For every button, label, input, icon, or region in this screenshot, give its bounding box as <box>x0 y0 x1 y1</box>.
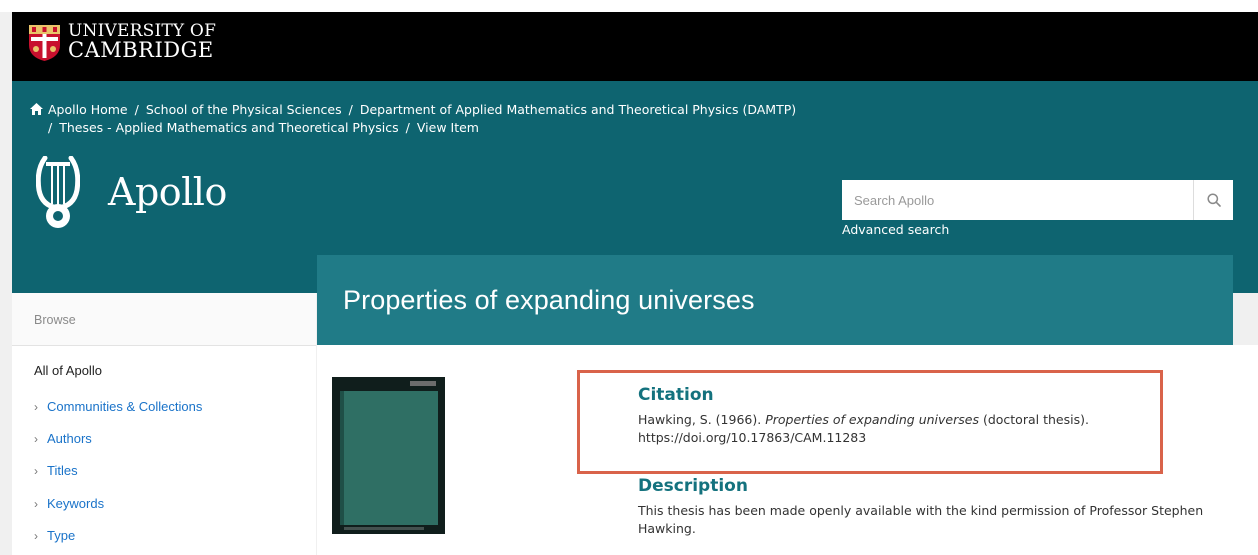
thumbnail-footer <box>344 527 424 530</box>
breadcrumb: Apollo Home / School of the Physical Scien… <box>30 101 910 137</box>
page-top-strip <box>0 0 1258 12</box>
search-button[interactable] <box>1193 180 1233 220</box>
breadcrumb-collection[interactable]: Theses - Applied Mathematics and Theoret… <box>59 120 398 135</box>
sidebar-item-label: Titles <box>47 463 78 478</box>
university-wordmark[interactable]: UNIVERSITY OF CAMBRIDGE <box>68 22 216 62</box>
description-heading: Description <box>638 476 748 496</box>
citation-authors-year: Hawking, S. (1966). <box>638 412 762 427</box>
thumbnail-label <box>410 381 436 386</box>
chevron-right-icon: › <box>34 432 38 446</box>
browse-label: Browse <box>34 313 76 327</box>
sidebar-item-communities[interactable]: › Communities & Collections <box>34 399 202 414</box>
citation-heading: Citation <box>638 385 714 405</box>
advanced-search-link[interactable]: Advanced search <box>842 222 949 237</box>
description-text: This thesis has been made openly availab… <box>638 503 1204 536</box>
item-title-bar: Properties of expanding universes <box>317 255 1233 345</box>
sidebar-item-titles[interactable]: › Titles <box>34 463 78 478</box>
search-box <box>842 180 1233 220</box>
search-input[interactable] <box>842 180 1190 220</box>
citation-doi-link[interactable]: https://doi.org/10.17863/CAM.11283 <box>638 430 866 445</box>
sidebar-item-label: Type <box>47 528 76 543</box>
breadcrumb-apollo-home[interactable]: Apollo Home <box>48 102 128 117</box>
apollo-wordmark[interactable]: Apollo <box>108 170 227 214</box>
chevron-right-icon: › <box>34 529 38 543</box>
thesis-thumbnail[interactable] <box>332 377 445 534</box>
cambridge-crest-icon[interactable] <box>29 25 60 61</box>
sidebar-item-label: Keywords <box>47 496 105 511</box>
apollo-lyre-logo-icon[interactable] <box>36 156 80 232</box>
chevron-right-icon: › <box>34 497 38 511</box>
chevron-right-icon: › <box>34 464 38 478</box>
breadcrumb-school[interactable]: School of the Physical Sciences <box>146 102 342 117</box>
search-icon <box>1207 193 1221 207</box>
chevron-right-icon: › <box>34 400 38 414</box>
citation-text: Hawking, S. (1966). Properties of expand… <box>638 411 1223 447</box>
page-title: Properties of expanding universes <box>343 285 755 315</box>
breadcrumb-department[interactable]: Department of Applied Mathematics and Th… <box>360 102 796 117</box>
breadcrumb-separator: / <box>348 102 353 117</box>
breadcrumb-separator: / <box>134 102 139 117</box>
breadcrumb-separator: / <box>405 120 410 135</box>
sidebar-item-label: Communities & Collections <box>47 399 203 414</box>
citation-title: Properties of expanding universes <box>765 412 979 427</box>
browse-header: Browse <box>12 293 316 346</box>
citation-type: (doctoral thesis). <box>982 412 1089 427</box>
browse-scope-label: All of Apollo <box>34 363 102 378</box>
sidebar-item-type[interactable]: › Type <box>34 528 75 543</box>
thumbnail-spine <box>340 391 344 525</box>
breadcrumb-current: View Item <box>416 120 479 135</box>
sidebar-item-label: Authors <box>47 431 92 446</box>
breadcrumb-separator: / <box>48 120 53 135</box>
home-icon <box>30 103 43 115</box>
browse-sidebar: Browse All of Apollo › Communities & Coll… <box>12 293 316 555</box>
university-line2: CAMBRIDGE <box>68 38 214 62</box>
university-header: UNIVERSITY OF CAMBRIDGE <box>12 12 1258 81</box>
sidebar-item-authors[interactable]: › Authors <box>34 431 92 446</box>
thumbnail-cover <box>340 391 438 525</box>
sidebar-item-keywords[interactable]: › Keywords <box>34 496 104 511</box>
